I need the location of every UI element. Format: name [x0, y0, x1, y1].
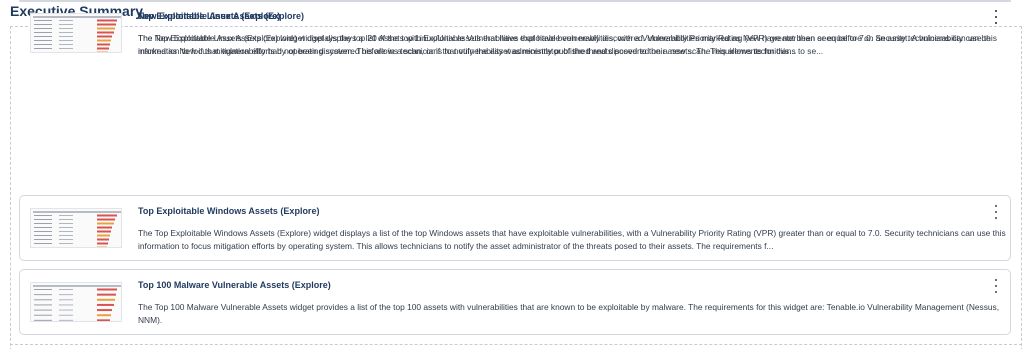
thumbnail-bar	[97, 218, 115, 221]
thumbnail-bar	[97, 19, 117, 22]
thumbnail-row-value	[59, 309, 73, 311]
thumbnail-bar	[97, 293, 116, 296]
widget-description: The Top Exploitable Windows Assets (Expl…	[138, 228, 1006, 251]
thumbnail-row-label	[34, 48, 52, 49]
thumbnail-row-value	[59, 294, 73, 296]
thumbnail-bar	[97, 31, 114, 34]
thumbnail-row-label	[34, 231, 52, 232]
thumbnail-bar	[97, 35, 112, 38]
kebab-menu-icon[interactable]	[992, 279, 1000, 293]
thumbnail-row-label	[34, 215, 52, 216]
thumbnail-row-value	[59, 215, 73, 216]
thumbnail-row-value	[59, 319, 73, 321]
thumbnail-row-label	[34, 314, 52, 316]
thumbnail-header	[33, 16, 121, 18]
thumbnail-row-label	[34, 44, 52, 45]
thumbnail-row-value	[59, 235, 73, 236]
thumbnail-row-value	[59, 223, 73, 224]
widget-description: The Top 100 Malware Vulnerable Assets wi…	[138, 302, 1000, 325]
widget-description: The New Exploitable Assets (Explore) wid…	[138, 33, 991, 56]
thumbnail-row-label	[34, 219, 52, 220]
thumbnail-row-label	[34, 294, 52, 296]
thumbnail-row-value	[59, 239, 73, 240]
thumbnail-bar	[97, 319, 110, 321]
widget-title[interactable]: Top 100 Malware Vulnerable Assets (Explo…	[138, 280, 331, 290]
thumbnail-bar	[97, 230, 111, 233]
thumbnail-row-value	[59, 32, 73, 33]
thumbnail-row-label	[34, 20, 52, 21]
thumbnail-row-value	[59, 299, 73, 301]
widget-thumbnail	[30, 282, 122, 322]
thumbnail-row-value	[59, 52, 73, 53]
thumbnail-bar	[97, 43, 110, 46]
thumbnail-row-value	[59, 48, 73, 49]
thumbnail-bar	[97, 23, 116, 26]
thumbnail-row-label	[34, 289, 52, 290]
thumbnail-preview	[33, 16, 121, 53]
widget-card-malware[interactable]: Top 100 Malware Vulnerable Assets (Explo…	[19, 269, 1011, 335]
thumbnail-preview	[33, 211, 121, 248]
thumbnail-bar	[97, 226, 112, 229]
thumbnail-row-value	[59, 28, 73, 29]
thumbnail-bar	[97, 222, 114, 225]
thumbnail-row-label	[34, 235, 52, 236]
thumbnail-bar	[97, 298, 115, 301]
thumbnail-row-value	[59, 44, 73, 45]
thumbnail-header	[33, 285, 121, 287]
thumbnail-row-label	[34, 299, 52, 301]
thumbnail-row-value	[59, 231, 73, 232]
thumbnail-row-label	[34, 223, 52, 224]
thumbnail-row-value	[59, 247, 73, 248]
thumbnail-row-label	[34, 52, 52, 53]
thumbnail-bar	[97, 314, 111, 317]
widget-thumbnail	[30, 208, 122, 248]
thumbnail-bar	[97, 238, 109, 241]
thumbnail-bar	[97, 309, 112, 312]
thumbnail-row-value	[59, 314, 73, 316]
panel-bottom-border	[10, 344, 1022, 345]
thumbnail-row-label	[34, 319, 52, 321]
thumbnail-preview	[33, 285, 121, 321]
widget-title[interactable]: Top Exploitable Windows Assets (Explore)	[138, 206, 319, 216]
thumbnail-bar	[97, 234, 110, 237]
widget-card-windows[interactable]: Top Exploitable Windows Assets (Explore)…	[19, 195, 1011, 261]
thumbnail-bar	[97, 39, 111, 42]
thumbnail-bar	[97, 246, 107, 247]
thumbnail-row-value	[59, 20, 73, 21]
thumbnail-bar	[97, 47, 109, 50]
thumbnail-row-value	[59, 24, 73, 25]
thumbnail-bar	[97, 214, 117, 217]
thumbnail-row-label	[34, 24, 52, 25]
widget-card-new-exploitable[interactable]: New Exploitable Assets (Explore) The New…	[19, 0, 1011, 56]
thumbnail-row-label	[34, 28, 52, 29]
thumbnail-row-label	[34, 36, 52, 37]
widget-title[interactable]: New Exploitable Assets (Explore)	[138, 11, 280, 21]
widget-thumbnail	[30, 13, 122, 53]
thumbnail-header	[33, 211, 121, 213]
kebab-menu-icon[interactable]	[992, 10, 1000, 24]
kebab-menu-icon[interactable]	[992, 205, 1000, 219]
thumbnail-row-value	[59, 219, 73, 220]
thumbnail-row-value	[59, 36, 73, 37]
thumbnail-row-label	[34, 227, 52, 228]
thumbnail-row-label	[34, 243, 52, 244]
thumbnail-row-label	[34, 40, 52, 41]
thumbnail-bar	[97, 51, 108, 52]
thumbnail-row-value	[59, 289, 73, 290]
thumbnail-row-label	[34, 304, 52, 306]
thumbnail-bar	[97, 288, 117, 291]
thumbnail-row-value	[59, 304, 73, 306]
thumbnail-bar	[97, 303, 114, 306]
thumbnail-row-value	[59, 227, 73, 228]
thumbnail-row-value	[59, 40, 73, 41]
thumbnail-row-value	[59, 243, 73, 244]
thumbnail-bar	[97, 242, 108, 245]
thumbnail-row-label	[34, 239, 52, 240]
thumbnail-bar	[97, 27, 115, 30]
thumbnail-row-label	[34, 32, 52, 33]
thumbnail-row-label	[34, 309, 52, 311]
thumbnail-row-label	[34, 247, 52, 248]
